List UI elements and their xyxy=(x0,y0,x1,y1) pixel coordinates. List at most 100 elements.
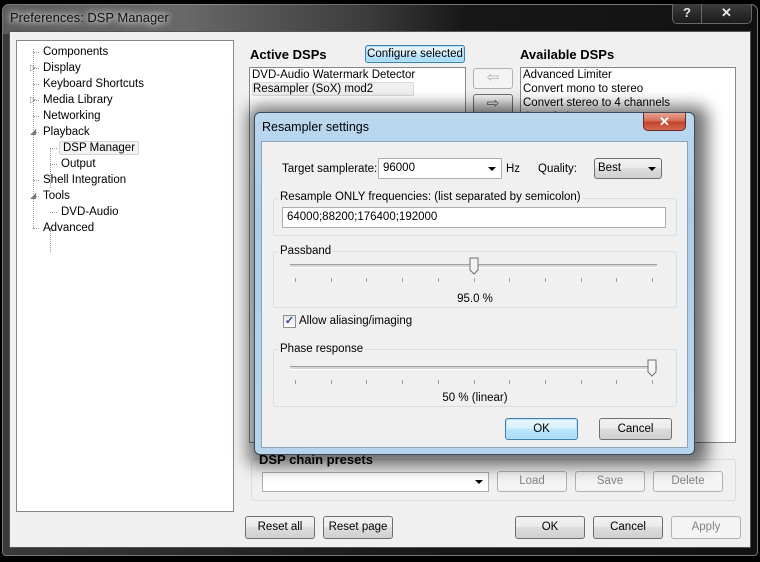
slider-tick xyxy=(402,278,403,282)
dialog-cancel-button[interactable]: Cancel xyxy=(599,418,672,440)
tree-connector xyxy=(33,49,34,228)
frequencies-input[interactable]: 64000;88200;176400;192000 xyxy=(282,207,666,228)
checkmark-icon: ✓ xyxy=(284,315,295,327)
tree-item[interactable]: Networking xyxy=(41,108,103,124)
tree-item[interactable]: DSP Manager xyxy=(59,140,140,156)
quality-combo[interactable]: Best xyxy=(594,158,662,179)
tree-item[interactable]: Components xyxy=(41,44,110,60)
reset-page-button[interactable]: Reset page xyxy=(323,516,393,539)
dialog-ok-button[interactable]: OK xyxy=(505,418,578,440)
slider-tick xyxy=(438,380,439,384)
ok-button[interactable]: OK xyxy=(515,516,585,539)
tree-item[interactable]: Tools xyxy=(41,188,72,204)
cancel-button[interactable]: Cancel xyxy=(593,516,663,539)
active-dsp-item[interactable]: DVD-Audio Watermark Detector xyxy=(250,68,465,82)
window-title: Preferences: DSP Manager xyxy=(10,10,169,25)
available-dsp-item[interactable]: Advanced Limiter xyxy=(521,68,735,82)
slider-tick xyxy=(295,278,296,282)
slider-tick xyxy=(402,380,403,384)
save-preset-button[interactable]: Save xyxy=(575,471,645,492)
tree-connector xyxy=(50,148,51,188)
load-preset-button[interactable]: Load xyxy=(497,471,567,492)
slider-thumb[interactable] xyxy=(647,359,657,377)
tree-connector xyxy=(50,212,57,213)
tree-item-label: Components xyxy=(43,46,109,58)
slider-tick xyxy=(295,380,296,384)
phase-value: 50 % (linear) xyxy=(442,392,508,404)
allow-aliasing-label: Allow aliasing/imaging xyxy=(299,315,413,327)
tree-connector xyxy=(33,228,39,229)
passband-value: 95.0 % xyxy=(457,293,493,305)
passband-slider[interactable] xyxy=(290,256,657,286)
preferences-tree[interactable]: Components Display ▷ Keyboard Shortcuts Medi… xyxy=(16,40,234,512)
arrow-left-icon: ⇦ xyxy=(486,69,500,86)
tree-item-label: Shell Integration xyxy=(43,174,127,186)
slider-tick xyxy=(545,380,546,384)
slider-tick xyxy=(474,278,475,282)
tree-item[interactable]: DVD-Audio xyxy=(59,204,121,220)
slider-tick xyxy=(545,278,546,282)
slider-track[interactable] xyxy=(290,366,657,370)
slider-tick xyxy=(438,278,439,282)
active-dsp-item-selected[interactable]: Resampler (SoX) mod2 xyxy=(250,82,465,96)
configure-selected-button[interactable]: Configure selected xyxy=(365,45,465,63)
tree-item-label: DSP Manager xyxy=(59,141,140,155)
expanded-triangle-icon[interactable]: ◢ xyxy=(30,127,38,136)
tree-item-label: Networking xyxy=(43,110,101,122)
tree-item-label: DVD-Audio xyxy=(61,206,119,218)
reset-all-button[interactable]: Reset all xyxy=(245,516,315,539)
tree-connector xyxy=(50,148,57,149)
tree-item[interactable]: Display xyxy=(41,60,83,76)
dropdown-arrow-icon xyxy=(475,480,483,484)
tree-item[interactable]: Output xyxy=(59,156,98,172)
slider-tick xyxy=(652,380,653,384)
collapsed-triangle-icon[interactable]: ▷ xyxy=(30,63,38,72)
tree-item[interactable]: Media Library xyxy=(41,92,115,108)
available-dsp-item[interactable]: Convert mono to stereo xyxy=(521,82,735,96)
active-dsps-heading: Active DSPs xyxy=(250,47,327,62)
delete-preset-button[interactable]: Delete xyxy=(653,471,723,492)
dialog-title: Resampler settings xyxy=(262,120,369,134)
slider-tick xyxy=(474,380,475,384)
slider-tick xyxy=(581,278,582,282)
target-samplerate-label: Target samplerate: xyxy=(282,163,378,175)
slider-tick xyxy=(331,278,332,282)
caption-buttons: ? ✕ xyxy=(672,4,752,24)
available-dsps-heading: Available DSPs xyxy=(520,47,615,62)
target-samplerate-value: 96000 xyxy=(383,162,415,174)
tree-item-label: Keyboard Shortcuts xyxy=(43,78,145,90)
frequencies-label: Resample ONLY frequencies: (list separat… xyxy=(278,191,583,203)
tree-item[interactable]: Shell Integration xyxy=(41,172,128,188)
tree-item-label: Playback xyxy=(43,126,90,138)
active-dsp-label: Resampler (SoX) mod2 xyxy=(252,82,415,96)
collapsed-triangle-icon[interactable]: ▷ xyxy=(30,95,38,104)
allow-aliasing-checkbox[interactable]: ✓ xyxy=(283,315,296,328)
apply-button[interactable]: Apply xyxy=(671,516,741,539)
slider-tick xyxy=(509,380,510,384)
tree-item[interactable]: Keyboard Shortcuts xyxy=(41,76,146,92)
slider-thumb[interactable] xyxy=(469,257,479,275)
quality-label: Quality: xyxy=(538,163,577,175)
target-samplerate-combo[interactable]: 96000 xyxy=(378,158,502,179)
expanded-triangle-icon[interactable]: ◢ xyxy=(30,191,38,200)
close-icon: ✕ xyxy=(659,114,670,129)
slider-tick xyxy=(616,380,617,384)
phase-label: Phase response xyxy=(278,343,366,355)
close-button[interactable]: ✕ xyxy=(702,4,751,23)
dropdown-arrow-icon xyxy=(488,166,496,171)
remove-dsp-button[interactable]: ⇦ xyxy=(473,68,513,89)
tree-item[interactable]: Playback xyxy=(41,124,92,140)
help-button[interactable]: ? xyxy=(673,4,702,23)
slider-tick xyxy=(616,278,617,282)
presets-combo[interactable] xyxy=(262,472,489,492)
phase-slider[interactable] xyxy=(290,358,657,388)
tree-item-label: Output xyxy=(61,158,96,170)
slider-tick xyxy=(366,278,367,282)
quality-value: Best xyxy=(598,162,622,174)
presets-combo-value xyxy=(263,476,266,488)
slider-tick xyxy=(509,278,510,282)
hz-label: Hz xyxy=(506,163,521,175)
slider-tick xyxy=(581,380,582,384)
dialog-close-button[interactable]: ✕ xyxy=(643,113,686,131)
tree-connector xyxy=(50,228,51,252)
